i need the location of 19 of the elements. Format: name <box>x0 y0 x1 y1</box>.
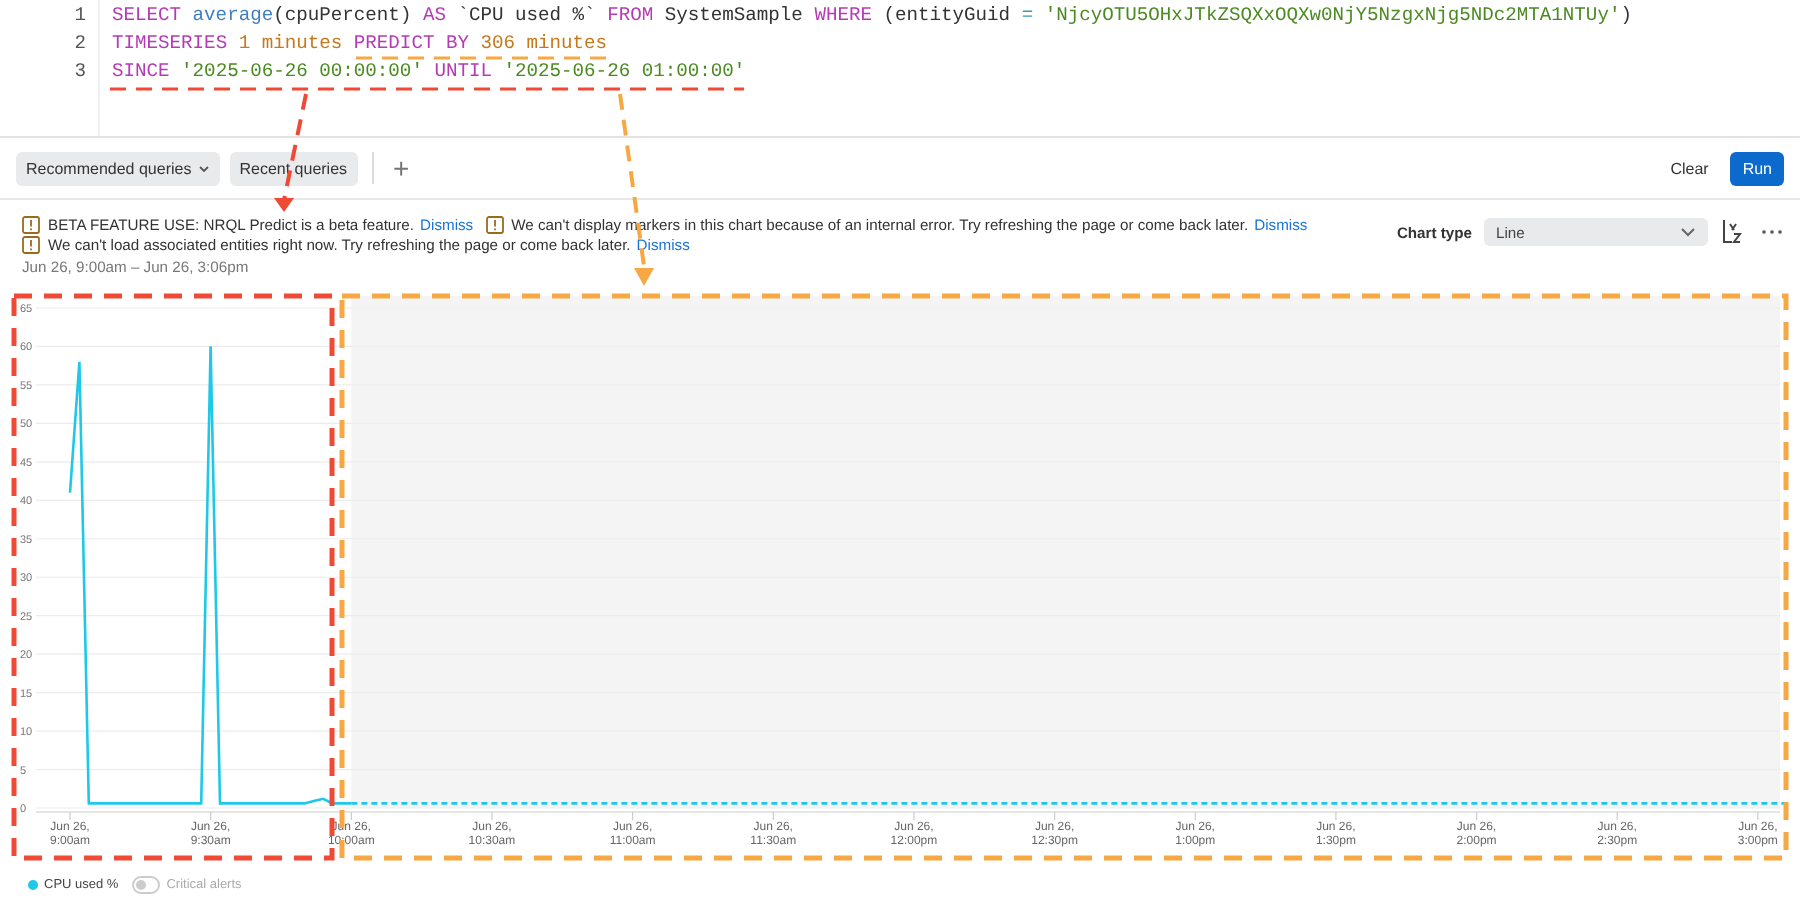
line-number: 2 <box>72 32 86 56</box>
add-button[interactable]: + <box>387 152 416 184</box>
chevron-icon <box>197 163 210 173</box>
chart-settings-icon[interactable] <box>1720 218 1748 246</box>
line-number: 3 <box>72 60 86 84</box>
warning-icon <box>22 216 40 234</box>
code-line: TIMESERIES 1 minutes PREDICT BY 306 minutes <box>112 32 608 56</box>
code-line: SINCE '2025-06-26 00:00:00' UNTIL '2025-06-26 01:00:00' <box>112 60 746 84</box>
recent-queries-button[interactable]: Recent queries <box>229 151 358 185</box>
line-number: 1 <box>72 4 86 28</box>
chevron-icon <box>1680 226 1696 238</box>
more-icon[interactable] <box>1760 228 1784 236</box>
warning-icon <box>485 216 504 234</box>
toggle-switch[interactable] <box>132 876 161 894</box>
warning-icon <box>22 236 40 254</box>
code-line: SELECT average(cpuPercent) AS `CPU used %` FROM SystemSample WHERE (entityGuid = 'NjcyOTU5OHxJTkZSQXxOQXw0NjY5NzgxNjg5NDc2MTA1NTUy') <box>112 4 1632 28</box>
clear-button[interactable]: Clear <box>1658 151 1721 185</box>
recommended-queries-dropdown[interactable]: Recommended queries <box>16 151 220 185</box>
run-button[interactable]: Run <box>1730 151 1784 185</box>
